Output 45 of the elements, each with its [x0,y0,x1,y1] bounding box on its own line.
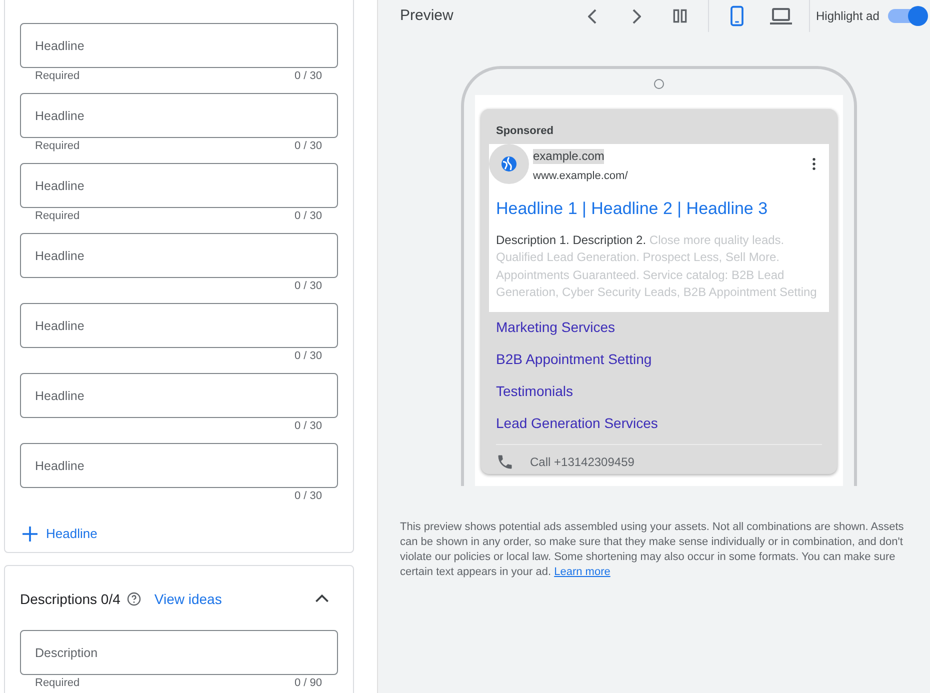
helper-text: Required [35,70,80,84]
headline-field[interactable]: Headline [20,373,338,418]
helper-text: Required [35,677,80,691]
help-icon [126,591,142,607]
headline-field[interactable]: Headline [20,233,338,278]
ad-headline[interactable]: Headline 1 | Headline 2 | Headline 3 [489,184,822,222]
description-field[interactable]: Description [20,630,338,675]
phone-call-icon [496,452,514,470]
ad-description: Description 1. Description 2. Close more quality leads. Qualified Lead Generation. Prospect Less, Sell More. Appointments Guaranteed. Service catalog: B2B Lead Generation, Cyber Security Leads, B2B Appointment Setting [495,232,818,301]
globe-icon [500,154,518,173]
call-text: Call +13142309459 [530,454,634,470]
headline-field[interactable]: Headline [20,23,338,68]
camera-dot [654,79,664,89]
display-url: www.example.com/ [533,168,628,184]
view-ideas-link[interactable]: View ideas [154,588,222,610]
plus-icon [20,524,40,544]
learn-more-link[interactable]: Learn more [554,566,610,578]
sitelink[interactable]: B2B Appointment Setting [489,344,829,376]
section-title: Descriptions 0/4 [20,590,120,609]
character-counter: 0 / 30 [294,280,322,294]
headline-field[interactable]: Headline [20,303,338,348]
helper-text: Required [35,210,80,224]
add-headline-button[interactable]: Headline [20,524,98,544]
preview-note: This preview shows potential ads assembled using your assets. Not all combinations are shown. Assets can be shown in any order, so make sure that they make sense individually or in combination, and don't violate our policies or local law. Some shortening may also occur in some formats. You can make sure certain text appears in your ad. Learn more [399,520,905,580]
headline-field[interactable]: Headline [20,93,338,138]
character-counter: 0 / 30 [294,420,322,434]
character-counter: 0 / 30 [294,140,322,154]
highlight-toggle[interactable] [888,6,928,26]
sitelink[interactable]: Testimonials [489,376,829,408]
character-counter: 0 / 30 [294,350,322,364]
character-counter: 0 / 30 [294,210,322,224]
sitelink[interactable]: Marketing Services [489,312,829,344]
preview-title: Preview [400,6,454,26]
sponsored-label: Sponsored [495,124,554,139]
headline-field[interactable]: Headline [20,163,338,208]
headline-field[interactable]: Headline [20,443,338,488]
character-counter: 0 / 90 [294,677,322,691]
highlight-label: Highlight ad [816,8,880,25]
character-counter: 0 / 30 [294,70,322,84]
helper-text: Required [35,140,80,154]
chevron-left-icon [588,8,596,24]
character-counter: 0 / 30 [294,490,322,504]
chevron-right-icon [632,8,640,24]
sitelink[interactable]: Lead Generation Services [489,408,829,440]
site-name: example.com [533,148,604,164]
